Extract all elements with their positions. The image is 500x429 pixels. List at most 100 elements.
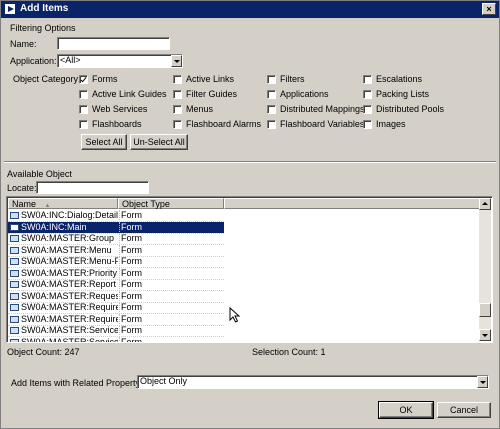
table-row[interactable]: SW0A:INC:Main Form — [8, 221, 224, 233]
scroll-down-button[interactable] — [479, 329, 491, 341]
form-icon — [10, 269, 19, 277]
row-name-text: SW0A:MASTER:Priority — [21, 267, 118, 278]
table-row[interactable]: SW0A:MASTER:Priority Form — [8, 267, 224, 279]
ok-button[interactable]: OK — [378, 401, 434, 419]
scroll-thumb[interactable] — [479, 303, 491, 317]
selection-count: Selection Count: 1 — [252, 347, 326, 357]
scroll-up-button[interactable] — [479, 198, 491, 210]
form-icon — [10, 235, 19, 242]
row-name-cell: SW0A:INC:Main — [10, 222, 118, 232]
category-checkbox-label[interactable]: Escalations — [376, 74, 422, 84]
application-label: Application: — [10, 56, 57, 66]
row-type-cell: Form — [119, 279, 223, 289]
add-items-dialog: Add Items × Filtering Options Name: Appl… — [0, 0, 500, 429]
row-name-text: SW0A:MASTER:Menu — [21, 244, 112, 255]
table-header: Name ▲ Object Type — [8, 198, 483, 209]
object-count: Object Count: 247 — [7, 347, 80, 357]
form-icon — [10, 338, 19, 342]
category-checkbox-label[interactable]: Menus — [186, 104, 213, 114]
table-row[interactable]: SW0A:MASTER:Menu Form — [8, 244, 224, 256]
form-icon — [10, 315, 19, 323]
row-name-cell: SW0A:MASTER:Require... — [10, 314, 118, 324]
row-name-cell: SW0A:MASTER:Reques... — [10, 291, 118, 301]
category-checkbox-label[interactable]: Distributed Pools — [376, 104, 444, 114]
row-type-cell: Form — [119, 290, 223, 301]
category-checkbox-label[interactable]: Applications — [280, 89, 329, 99]
category-checkbox[interactable] — [79, 90, 88, 99]
category-checkbox[interactable] — [173, 120, 182, 129]
close-button[interactable]: × — [482, 3, 496, 15]
row-name-cell: SW0A:INC:Dialog:Detail... — [10, 210, 118, 220]
column-header-name-label: Name — [12, 199, 37, 209]
category-checkbox[interactable] — [173, 105, 182, 114]
row-type-cell: Form — [119, 313, 223, 324]
row-name-text: SW0A:MASTER:Reques... — [21, 290, 118, 301]
category-checkbox[interactable] — [363, 90, 372, 99]
column-header-filler — [224, 198, 483, 209]
row-type-cell: Form — [119, 336, 223, 342]
category-checkbox-label[interactable]: Images — [376, 119, 406, 129]
table-row[interactable]: SW0A:MASTER:Group Form — [8, 233, 224, 244]
row-name-cell: SW0A:MASTER:Service — [10, 325, 118, 335]
row-name-cell: SW0A:MASTER:Menu-F... — [10, 256, 118, 266]
related-property-value: Object Only — [140, 376, 188, 386]
category-checkbox[interactable] — [267, 75, 276, 84]
application-select[interactable]: <All> — [57, 54, 183, 68]
category-checkbox-label[interactable]: Flashboard Variables — [280, 119, 364, 129]
category-checkbox-label[interactable]: Active Links — [186, 74, 234, 84]
table-row[interactable]: SW0A:MASTER:Service... Form — [8, 336, 224, 343]
vertical-scrollbar[interactable] — [479, 198, 491, 341]
row-name-text: SW0A:MASTER:Service... — [21, 336, 118, 343]
form-icon — [10, 258, 19, 265]
sort-ascending-icon: ▲ — [44, 203, 51, 209]
row-type-cell: Form — [119, 302, 223, 312]
table-row[interactable]: SW0A:MASTER:Report Form — [8, 279, 224, 290]
filtering-options-heading: Filtering Options — [10, 23, 76, 33]
category-checkbox-label[interactable]: Distributed Mappings — [280, 104, 365, 114]
name-input[interactable] — [57, 37, 170, 50]
category-checkbox-label[interactable]: Filter Guides — [186, 89, 237, 99]
row-type-cell: Form — [119, 210, 223, 220]
column-header-name[interactable]: Name ▲ — [8, 198, 118, 209]
table-row[interactable]: SW0A:MASTER:Require... Form — [8, 302, 224, 313]
category-checkbox-label[interactable]: Forms — [92, 74, 118, 84]
table-row[interactable]: SW0A:MASTER:Menu-F... Form — [8, 256, 224, 267]
row-name-cell: SW0A:MASTER:Report — [10, 279, 118, 289]
category-checkbox[interactable] — [173, 75, 182, 84]
form-icon — [10, 223, 19, 231]
available-objects-table[interactable]: Name ▲ Object Type SW0A:INC:Dialog:Detai… — [6, 196, 493, 343]
category-checkbox-label[interactable]: Active Link Guides — [92, 89, 167, 99]
title-bar: Add Items × — [1, 1, 499, 18]
select-all-button[interactable]: Select All — [81, 134, 127, 150]
table-row[interactable]: SW0A:MASTER:Reques... Form — [8, 290, 224, 302]
locate-label: Locate: — [7, 183, 37, 193]
category-checkbox[interactable] — [79, 75, 88, 84]
related-property-select[interactable]: Object Only — [137, 375, 489, 389]
category-checkbox[interactable] — [79, 120, 88, 129]
category-checkbox[interactable] — [267, 120, 276, 129]
application-select-value: <All> — [60, 55, 81, 65]
category-checkbox-label[interactable]: Flashboards — [92, 119, 142, 129]
chevron-down-icon[interactable] — [477, 376, 488, 388]
table-row[interactable]: SW0A:MASTER:Service Form — [8, 325, 224, 336]
table-row[interactable]: SW0A:INC:Dialog:Detail... Form — [8, 210, 224, 221]
category-checkbox[interactable] — [267, 105, 276, 114]
app-icon — [4, 3, 16, 15]
category-checkbox[interactable] — [363, 75, 372, 84]
category-checkbox-label[interactable]: Filters — [280, 74, 305, 84]
category-checkbox[interactable] — [173, 90, 182, 99]
unselect-all-button[interactable]: Un-Select All — [130, 134, 188, 150]
category-checkbox-label[interactable]: Web Services — [92, 104, 147, 114]
locate-input[interactable] — [36, 181, 149, 194]
chevron-down-icon[interactable] — [171, 55, 182, 67]
category-checkbox-label[interactable]: Flashboard Alarms — [186, 119, 261, 129]
cancel-button[interactable]: Cancel — [437, 402, 491, 418]
category-checkbox[interactable] — [363, 120, 372, 129]
category-checkbox[interactable] — [363, 105, 372, 114]
table-row[interactable]: SW0A:MASTER:Require... Form — [8, 313, 224, 325]
row-name-cell: SW0A:MASTER:Menu — [10, 245, 118, 255]
category-checkbox-label[interactable]: Packing Lists — [376, 89, 429, 99]
category-checkbox[interactable] — [79, 105, 88, 114]
category-checkbox[interactable] — [267, 90, 276, 99]
column-header-object-type[interactable]: Object Type — [118, 198, 224, 209]
